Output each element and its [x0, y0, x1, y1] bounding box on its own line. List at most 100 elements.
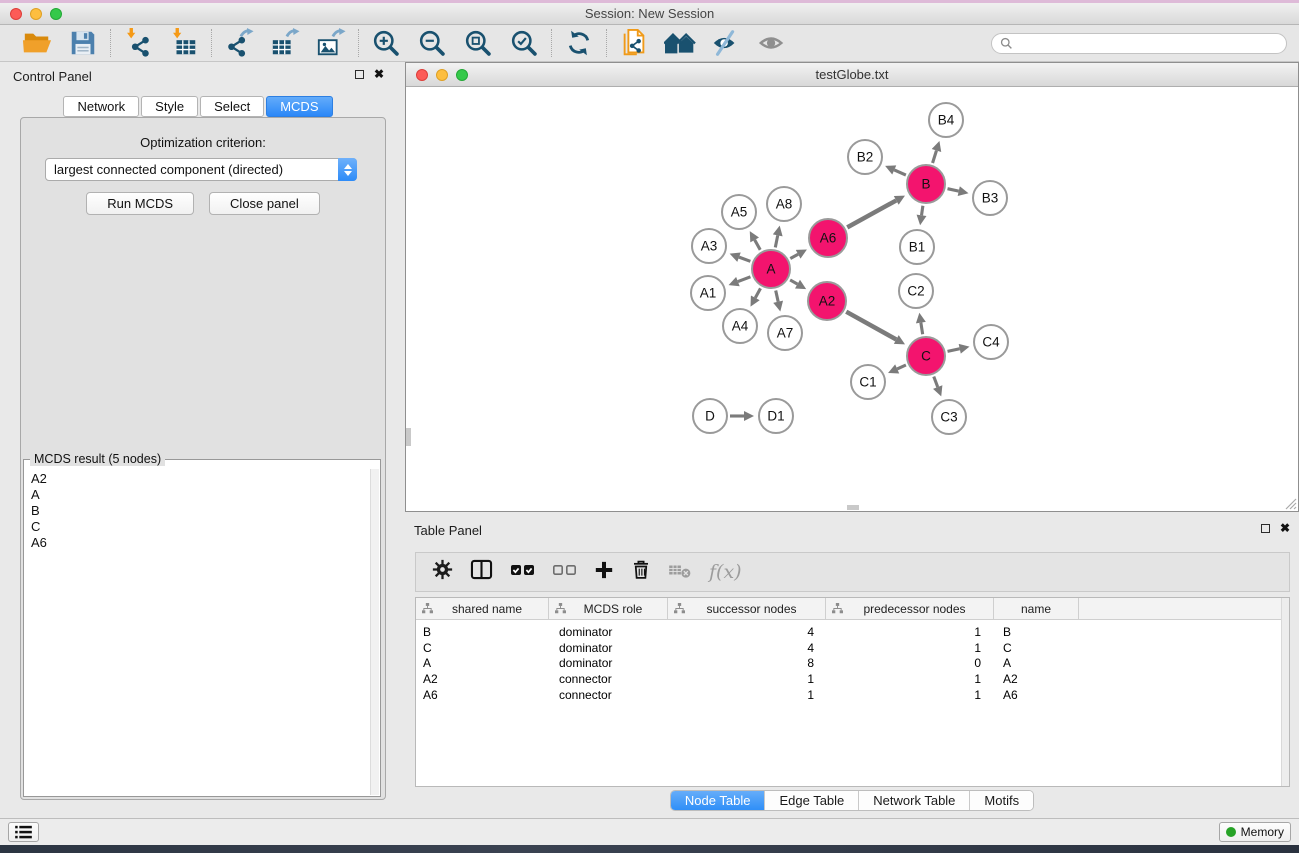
table-scrollbar[interactable]: [1281, 598, 1289, 786]
zoom-selected-button[interactable]: [508, 27, 540, 59]
table-cell[interactable]: 4: [668, 641, 826, 657]
graph-edge-B-B3[interactable]: [947, 189, 958, 191]
close-table-panel-icon[interactable]: ✖: [1280, 523, 1290, 533]
tab-edge-table[interactable]: Edge Table: [765, 791, 859, 810]
table-cell[interactable]: 0: [826, 656, 994, 672]
graph-edge-A-A1[interactable]: [738, 277, 751, 282]
search-field[interactable]: [991, 33, 1287, 54]
graph-edge-A-A3[interactable]: [739, 257, 750, 261]
table-cell[interactable]: 1: [668, 688, 826, 704]
graph-edge-A6-B[interactable]: [847, 200, 896, 227]
graph-edge-C-C4[interactable]: [948, 349, 960, 352]
network-canvas[interactable]: AA1A2A3A4A5A6A7A8BB1B2B3B4CC1C2C3C4DD1: [406, 87, 1298, 511]
destroy-table-button[interactable]: [668, 561, 692, 584]
function-builder-button[interactable]: f(x): [709, 561, 742, 583]
search-input[interactable]: [1017, 36, 1278, 50]
table-row[interactable]: A2connector11A2: [416, 672, 1289, 688]
graph-edge-B-B1[interactable]: [922, 206, 923, 216]
float-table-panel-icon[interactable]: [1261, 524, 1270, 533]
graph-edge-A-A4[interactable]: [755, 288, 760, 298]
table-cell[interactable]: 1: [826, 672, 994, 688]
table-cell[interactable]: 1: [826, 625, 994, 641]
add-column-button[interactable]: [594, 560, 614, 585]
resize-grip-icon[interactable]: [1284, 497, 1297, 510]
table-cell[interactable]: dominator: [549, 625, 668, 641]
mcds-result-item[interactable]: A2: [31, 471, 47, 487]
graph-edge-B-B2[interactable]: [894, 170, 906, 175]
table-cell[interactable]: A2: [994, 672, 1079, 688]
graph-edge-A2-C[interactable]: [846, 312, 896, 340]
result-scrollbar[interactable]: [370, 469, 379, 795]
table-row[interactable]: A6connector11A6: [416, 688, 1289, 704]
table-cell[interactable]: C: [416, 641, 549, 657]
graph-edge-C-C1[interactable]: [897, 365, 906, 369]
table-cell[interactable]: dominator: [549, 656, 668, 672]
home-button[interactable]: [664, 27, 696, 59]
import-network-button[interactable]: [122, 27, 154, 59]
zoom-in-button[interactable]: [370, 27, 402, 59]
column-header-successor-nodes[interactable]: successor nodes: [668, 598, 826, 619]
table-cell[interactable]: connector: [549, 672, 668, 688]
export-table-button[interactable]: [269, 27, 301, 59]
table-row[interactable]: Adominator80A: [416, 656, 1289, 672]
optimization-criterion-select[interactable]: largest connected component (directed): [45, 158, 357, 181]
delete-column-button[interactable]: [631, 559, 651, 585]
export-network-button[interactable]: [223, 27, 255, 59]
tab-select[interactable]: Select: [200, 96, 264, 117]
mcds-result-item[interactable]: C: [31, 519, 47, 535]
tab-style[interactable]: Style: [141, 96, 198, 117]
column-header-name[interactable]: name: [994, 598, 1079, 619]
memory-button[interactable]: Memory: [1219, 822, 1291, 842]
tab-node-table[interactable]: Node Table: [671, 791, 766, 810]
hide-selected-button[interactable]: [710, 27, 742, 59]
graph-edge-C-C3[interactable]: [934, 377, 938, 387]
new-network-file-button[interactable]: [618, 27, 650, 59]
graph-edge-B-B4[interactable]: [933, 151, 937, 163]
table-cell[interactable]: C: [994, 641, 1079, 657]
refresh-button[interactable]: [563, 27, 595, 59]
canvas-hscroll-thumb[interactable]: [847, 505, 859, 510]
task-history-button[interactable]: [8, 822, 39, 842]
tab-mcds[interactable]: MCDS: [266, 96, 332, 117]
table-cell[interactable]: 4: [668, 625, 826, 641]
export-image-button[interactable]: [315, 27, 347, 59]
table-cell[interactable]: A6: [994, 688, 1079, 704]
float-panel-icon[interactable]: [355, 70, 364, 79]
import-table-button[interactable]: [168, 27, 200, 59]
run-mcds-button[interactable]: Run MCDS: [86, 192, 194, 215]
mcds-result-item[interactable]: B: [31, 503, 47, 519]
table-cell[interactable]: A: [994, 656, 1079, 672]
mcds-result-item[interactable]: A: [31, 487, 47, 503]
mcds-result-item[interactable]: A6: [31, 535, 47, 551]
zoom-fit-button[interactable]: [462, 27, 494, 59]
save-session-button[interactable]: [67, 27, 99, 59]
select-all-button[interactable]: [510, 561, 535, 584]
show-all-button[interactable]: [756, 27, 788, 59]
gear-button[interactable]: [432, 559, 453, 585]
table-cell[interactable]: A6: [416, 688, 549, 704]
column-header-predecessor-nodes[interactable]: predecessor nodes: [826, 598, 994, 619]
table-row[interactable]: Bdominator41B: [416, 625, 1289, 641]
canvas-vscroll-thumb[interactable]: [406, 428, 411, 446]
table-cell[interactable]: connector: [549, 688, 668, 704]
column-header-shared-name[interactable]: shared name: [416, 598, 549, 619]
column-header-MCDS-role[interactable]: MCDS role: [549, 598, 668, 619]
graph-edge-A-A7[interactable]: [776, 290, 778, 301]
split-columns-button[interactable]: [470, 559, 493, 585]
table-cell[interactable]: 8: [668, 656, 826, 672]
graph-edge-A-A5[interactable]: [755, 240, 761, 250]
deselect-all-button[interactable]: [552, 561, 577, 584]
open-session-button[interactable]: [21, 27, 53, 59]
tab-network-table[interactable]: Network Table: [859, 791, 970, 810]
graph-edge-A-A6[interactable]: [790, 254, 798, 258]
table-cell[interactable]: 1: [668, 672, 826, 688]
table-cell[interactable]: B: [994, 625, 1079, 641]
table-cell[interactable]: dominator: [549, 641, 668, 657]
table-row[interactable]: Cdominator41C: [416, 641, 1289, 657]
table-cell[interactable]: B: [416, 625, 549, 641]
tab-motifs[interactable]: Motifs: [970, 791, 1033, 810]
table-cell[interactable]: 1: [826, 688, 994, 704]
graph-edge-C-C2[interactable]: [921, 323, 923, 335]
tab-network[interactable]: Network: [63, 96, 139, 117]
table-cell[interactable]: A: [416, 656, 549, 672]
